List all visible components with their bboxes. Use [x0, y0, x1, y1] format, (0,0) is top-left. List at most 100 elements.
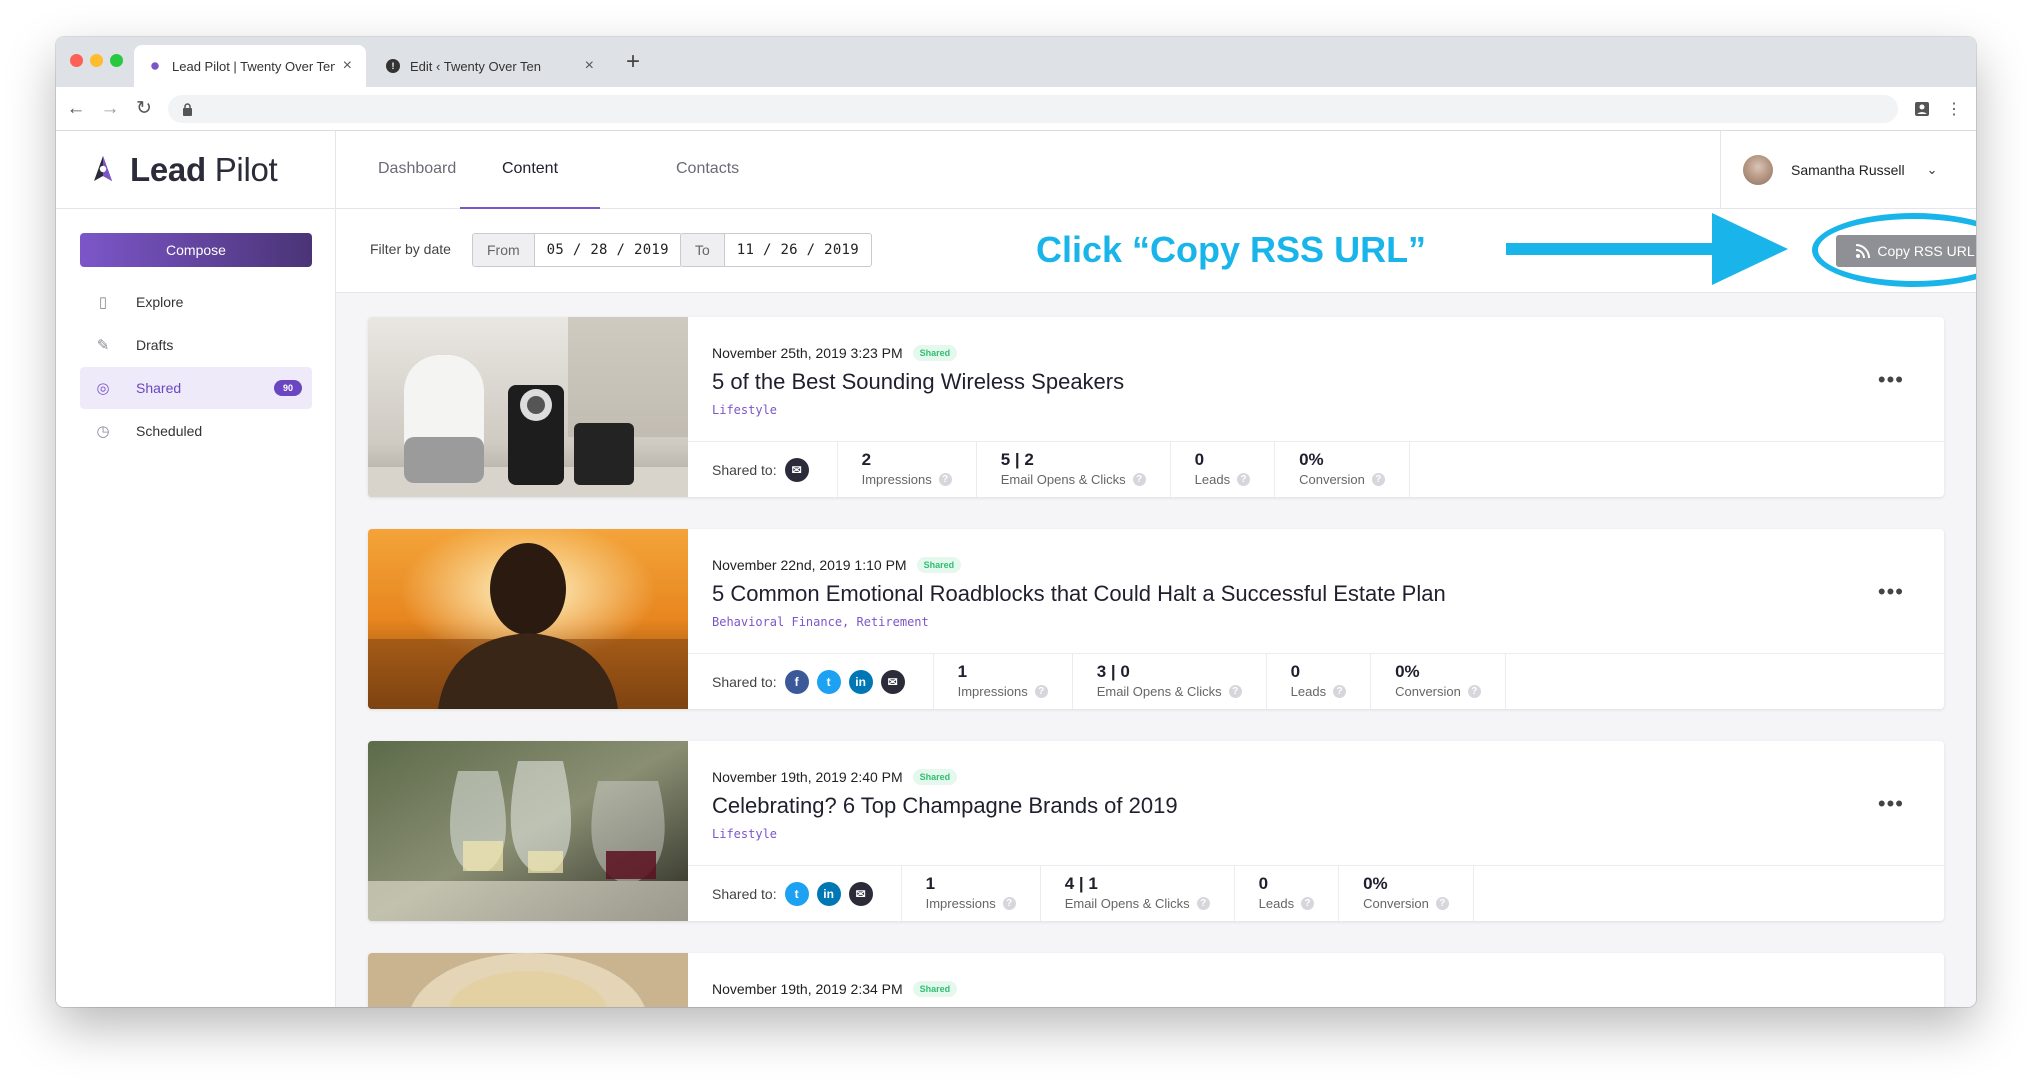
sidebar-item-label: Shared — [136, 380, 182, 396]
to-date-value[interactable]: 11 / 26 / 2019 — [725, 234, 871, 266]
back-arrow-icon[interactable]: ← — [62, 98, 90, 120]
post-tags[interactable]: Lifestyle — [712, 827, 777, 841]
to-label: To — [681, 234, 725, 266]
help-icon[interactable]: ? — [1435, 897, 1449, 910]
help-icon[interactable]: ? — [1034, 685, 1048, 698]
post-meta: November 19th, 2019 2:40 PM Shared — [712, 769, 958, 785]
address-bar[interactable] — [168, 95, 1898, 123]
forward-arrow-icon[interactable]: → — [96, 98, 124, 120]
status-badge: Shared — [916, 557, 962, 573]
help-icon[interactable]: ? — [1467, 685, 1481, 698]
browser-tab-lead-pilot[interactable]: Lead Pilot | Twenty Over Ten × — [134, 45, 366, 87]
tab-contacts[interactable]: Contacts — [676, 131, 739, 209]
sidebar-item-explore[interactable]: ▯ Explore — [80, 281, 312, 323]
filter-label: Filter by date — [370, 241, 451, 257]
from-date-value[interactable]: 05 / 28 / 2019 — [535, 234, 681, 266]
post-card[interactable]: November 19th, 2019 2:40 PM Shared Celeb… — [368, 741, 1944, 921]
stat-value: 0% — [1299, 450, 1324, 469]
post-title[interactable]: Celebrating? 6 Top Champagne Brands of 2… — [712, 793, 1178, 819]
rocket-logo-icon — [94, 155, 112, 181]
stat-label: Impressions — [925, 896, 996, 911]
stat-value: 0 — [1194, 450, 1205, 469]
email-icon: ✉ — [848, 881, 873, 906]
stat-label: Impressions — [957, 684, 1028, 699]
stat-value: 4 | 1 — [1064, 874, 1098, 893]
browser-tab-edit[interactable]: ! Edit ‹ Twenty Over Ten × — [372, 45, 608, 87]
zoom-window-button[interactable] — [110, 54, 123, 67]
tab-close-icon[interactable]: × — [343, 57, 352, 75]
post-thumbnail-sunset-man — [368, 529, 688, 709]
stat-label: Leads — [1194, 472, 1231, 487]
to-date-field[interactable]: To 11 / 26 / 2019 — [680, 233, 872, 267]
stat-value: 5 | 2 — [1000, 450, 1034, 469]
email-icon: ✉ — [784, 457, 809, 482]
post-date: November 22nd, 2019 1:10 PM — [712, 557, 907, 573]
sidebar-item-label: Drafts — [136, 337, 174, 353]
compose-button[interactable]: Compose — [80, 233, 312, 267]
shared-to-label: Shared to: — [712, 885, 777, 902]
stat-label: Email Opens & Clicks — [1096, 684, 1222, 699]
post-tags[interactable]: Lifestyle — [712, 403, 777, 417]
help-icon[interactable]: ? — [1301, 897, 1315, 910]
pencil-icon: ✎ — [96, 337, 110, 354]
post-card[interactable]: November 19th, 2019 2:34 PM Shared — [368, 953, 1944, 1007]
post-card[interactable]: November 22nd, 2019 1:10 PM Shared 5 Com… — [368, 529, 1944, 709]
minimize-window-button[interactable] — [90, 54, 103, 67]
tab-close-icon[interactable]: × — [585, 57, 594, 75]
browser-window: Lead Pilot | Twenty Over Ten × ! Edit ‹ … — [56, 37, 1976, 1007]
clock-icon: ◷ — [96, 423, 110, 440]
post-card[interactable]: November 25th, 2019 3:23 PM Shared 5 of … — [368, 317, 1944, 497]
new-tab-button[interactable]: + — [626, 50, 640, 74]
post-meta: November 25th, 2019 3:23 PM Shared — [712, 345, 958, 361]
post-thumbnail-champagne — [368, 741, 688, 921]
more-options-icon[interactable]: ••• — [1878, 791, 1904, 817]
stat-label: Leads — [1290, 684, 1327, 699]
post-title[interactable]: 5 Common Emotional Roadblocks that Could… — [712, 581, 1446, 607]
info-favicon-icon: ! — [386, 59, 400, 73]
annotation-instruction: Click “Copy RSS URL” — [1036, 229, 1427, 270]
avatar — [1743, 155, 1773, 185]
help-icon[interactable]: ? — [1237, 473, 1251, 486]
browser-menu-icon[interactable]: ⋮ — [1946, 99, 1962, 119]
tab-dashboard[interactable]: Dashboard — [378, 131, 456, 209]
post-tags[interactable]: Behavioral Finance, Retirement — [712, 615, 929, 629]
stat-leads: 0 Leads? — [1267, 654, 1372, 709]
stat-label: Email Opens & Clicks — [1064, 896, 1190, 911]
stat-impressions: 2 Impressions? — [838, 442, 977, 497]
tab-content[interactable]: Content — [460, 131, 600, 209]
from-date-field[interactable]: From 05 / 28 / 2019 — [472, 233, 682, 267]
help-icon[interactable]: ? — [1132, 473, 1146, 486]
help-icon[interactable]: ? — [1228, 685, 1242, 698]
sidebar-item-drafts[interactable]: ✎ Drafts — [80, 324, 312, 366]
stat-conversion: 0% Conversion? — [1275, 442, 1410, 497]
post-title[interactable]: 5 of the Best Sounding Wireless Speakers — [712, 369, 1124, 395]
reload-icon[interactable]: ↻ — [130, 97, 158, 120]
stat-email-opens-clicks: 4 | 1 Email Opens & Clicks? — [1041, 866, 1235, 921]
stat-value: 0% — [1395, 662, 1420, 681]
sidebar-item-label: Explore — [136, 294, 184, 310]
help-icon[interactable]: ? — [1371, 473, 1385, 486]
close-window-button[interactable] — [70, 54, 83, 67]
post-stats: Shared to: t in ✉ 1 Impressions? 4 | 1 E… — [688, 865, 1944, 921]
help-icon[interactable]: ? — [1002, 897, 1016, 910]
sidebar-nav: ▯ Explore ✎ Drafts ◎ Shared 90 ◷ Schedul… — [80, 281, 312, 453]
profile-icon[interactable] — [1914, 101, 1930, 117]
sidebar-item-shared[interactable]: ◎ Shared 90 — [80, 367, 312, 409]
lead-pilot-logo[interactable]: Lead Pilot — [56, 131, 336, 209]
sidebar-item-scheduled[interactable]: ◷ Scheduled — [80, 410, 312, 452]
email-icon: ✉ — [880, 669, 905, 694]
tab-title: Edit ‹ Twenty Over Ten — [410, 58, 542, 74]
stat-label: Conversion — [1299, 472, 1365, 487]
stat-value: 0 — [1290, 662, 1301, 681]
help-icon[interactable]: ? — [1196, 897, 1210, 910]
stat-label: Conversion — [1395, 684, 1461, 699]
more-options-icon[interactable]: ••• — [1878, 367, 1904, 393]
help-icon[interactable]: ? — [1333, 685, 1347, 698]
status-badge: Shared — [912, 981, 958, 997]
post-thumbnail-jar — [368, 953, 688, 1007]
more-options-icon[interactable]: ••• — [1878, 579, 1904, 605]
status-badge: Shared — [912, 769, 958, 785]
status-badge: Shared — [912, 345, 958, 361]
user-menu[interactable]: Samantha Russell ⌄ — [1720, 131, 1976, 209]
help-icon[interactable]: ? — [938, 473, 952, 486]
